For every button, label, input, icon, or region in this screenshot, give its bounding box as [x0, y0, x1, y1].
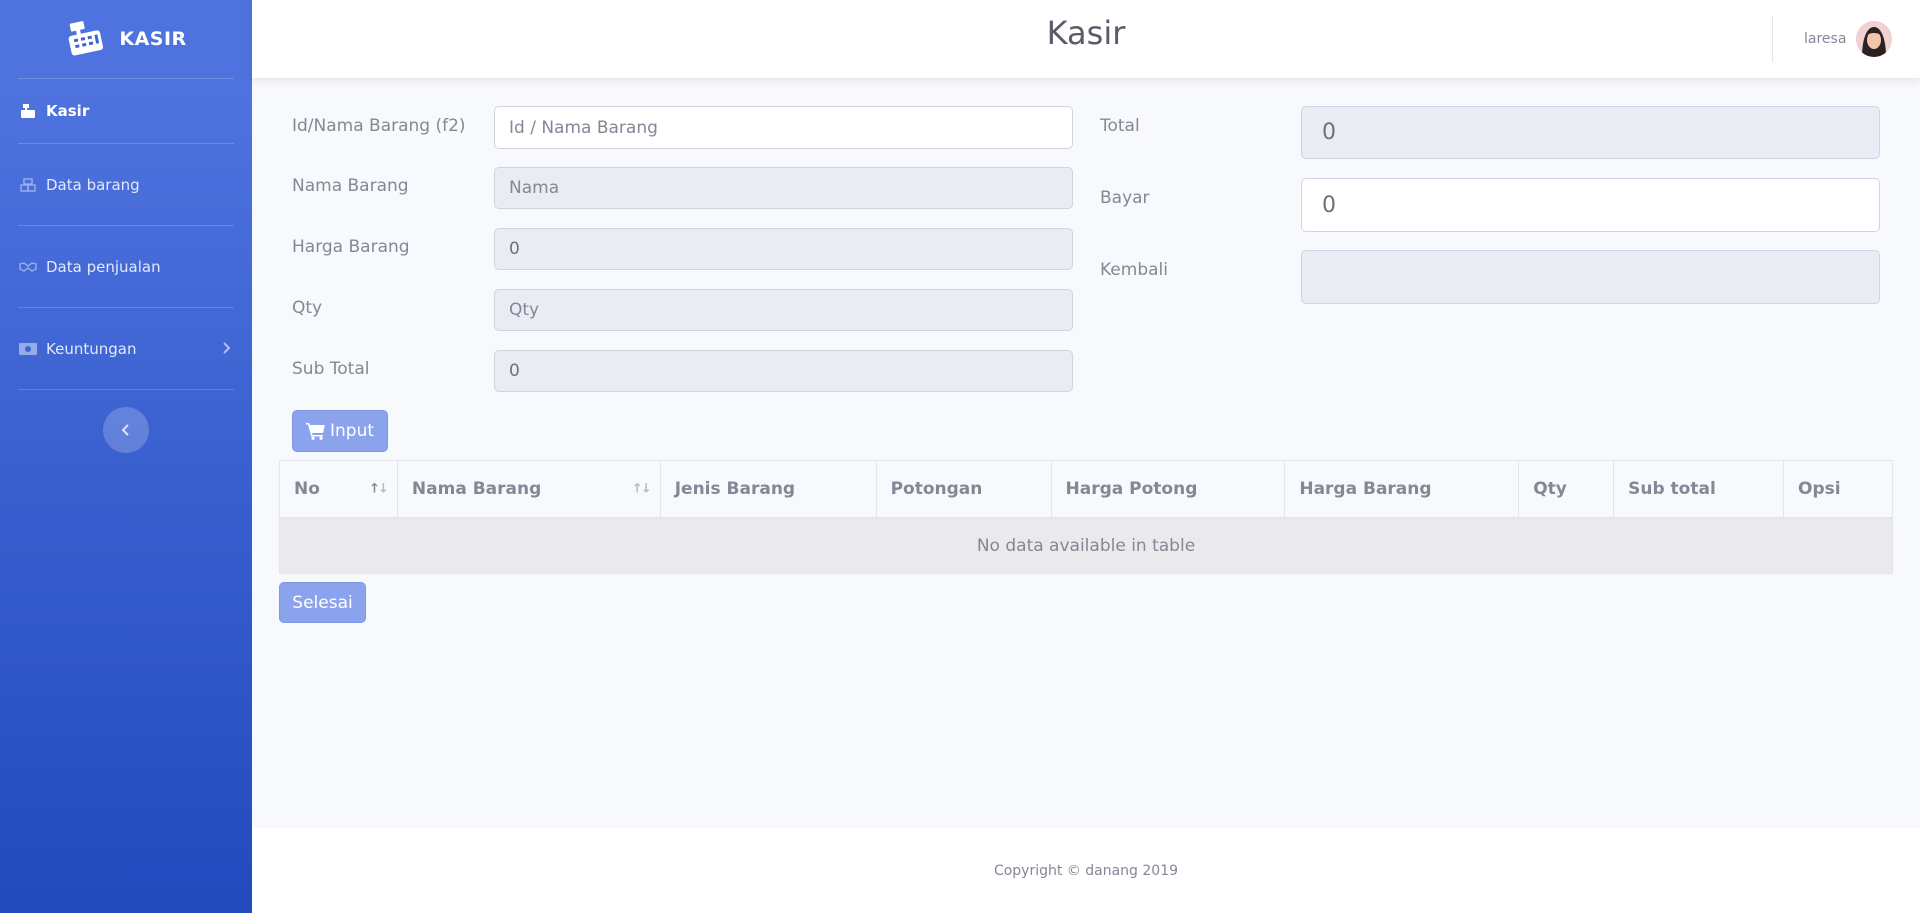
id-barang-label: Id/Nama Barang (f2): [292, 116, 466, 136]
cash-register-icon: [18, 103, 38, 119]
qty-label: Qty: [292, 298, 323, 318]
chevron-left-icon: [122, 424, 129, 436]
sidebar-item-label: Data barang: [46, 175, 140, 194]
id-barang-input[interactable]: [509, 117, 1058, 138]
sidebar-item-label: Data penjualan: [46, 257, 161, 276]
kembali-input: [1322, 264, 1859, 290]
sidebar-toggle-wrap: [0, 390, 252, 453]
column-header-harga-barang: Harga Barang: [1284, 460, 1520, 519]
column-header-nama-barang[interactable]: Nama Barang ↑↓: [396, 460, 661, 519]
column-header-jenis-barang: Jenis Barang: [659, 460, 877, 519]
sidebar: KASIR Kasir Data barang Data penjualan K…: [0, 0, 252, 913]
brand-name: KASIR: [119, 28, 187, 50]
empty-table-message: No data available in table: [279, 517, 1893, 574]
shopping-cart-icon: [305, 423, 325, 440]
sort-icon: ↑↓: [631, 481, 652, 497]
user-name: laresa: [1804, 31, 1847, 47]
bayar-label: Bayar: [1100, 188, 1150, 208]
sub-total-label: Sub Total: [292, 359, 370, 379]
harga-barang-label: Harga Barang: [292, 237, 410, 257]
column-header-sub-total: Sub total: [1613, 460, 1784, 519]
handshake-icon: [18, 259, 38, 275]
money-bill-icon: [18, 341, 38, 357]
chevron-right-icon: [222, 340, 231, 358]
avatar: [1856, 21, 1893, 57]
sub-total-input: [509, 361, 1058, 381]
user-menu[interactable]: laresa: [1804, 21, 1893, 57]
nama-barang-field: [494, 167, 1073, 209]
nama-barang-label: Nama Barang: [292, 176, 409, 196]
table-row: No data available in table: [279, 517, 1893, 574]
input-button-label: Input: [329, 421, 375, 441]
sidebar-toggle-button[interactable]: [103, 407, 149, 453]
sidebar-item-label: Keuntungan: [46, 339, 137, 358]
sidebar-item-data-barang[interactable]: Data barang: [0, 144, 252, 225]
kembali-field: [1301, 250, 1880, 304]
footer: Copyright © danang 2019: [252, 828, 1920, 913]
sidebar-item-keuntungan[interactable]: Keuntungan: [0, 308, 252, 389]
kembali-label: Kembali: [1100, 260, 1168, 280]
harga-barang-input: [509, 239, 1058, 259]
page-title: Kasir: [1046, 14, 1126, 52]
id-barang-field: [494, 106, 1073, 149]
column-header-potongan: Potongan: [875, 460, 1052, 519]
bayar-field: [1301, 178, 1880, 232]
column-header-harga-potong: Harga Potong: [1050, 460, 1286, 519]
column-header-opsi: Opsi: [1783, 460, 1893, 519]
sort-icon: ↑↓: [369, 481, 389, 497]
brand[interactable]: KASIR: [0, 0, 252, 78]
input-button[interactable]: Input: [292, 410, 388, 452]
total-input: [1322, 120, 1859, 145]
sidebar-item-label: Kasir: [46, 102, 90, 120]
harga-barang-field: [494, 228, 1073, 270]
topbar-divider: [1772, 16, 1773, 62]
sidebar-item-kasir[interactable]: Kasir: [0, 79, 252, 143]
selesai-button-label: Selesai: [292, 592, 353, 613]
copyright-text: Copyright © danang 2019: [993, 862, 1179, 879]
column-header-qty: Qty: [1518, 460, 1615, 519]
sidebar-item-data-penjualan[interactable]: Data penjualan: [0, 226, 252, 307]
total-field: [1301, 106, 1880, 159]
sub-total-field: [494, 350, 1073, 392]
total-label: Total: [1100, 116, 1140, 136]
nama-barang-input: [509, 178, 1058, 198]
cart-table: No ↑↓ Nama Barang ↑↓ Jenis Barang Potong…: [279, 460, 1893, 574]
selesai-button[interactable]: Selesai: [279, 582, 366, 623]
qty-input: [509, 300, 1058, 320]
cash-register-icon: [69, 21, 104, 56]
column-header-no[interactable]: No ↑↓: [279, 460, 398, 519]
bayar-input[interactable]: [1322, 192, 1859, 218]
boxes-icon: [18, 177, 38, 193]
qty-field: [494, 289, 1073, 331]
table-header-row: No ↑↓ Nama Barang ↑↓ Jenis Barang Potong…: [279, 460, 1893, 519]
topbar: Kasir laresa: [252, 0, 1920, 78]
